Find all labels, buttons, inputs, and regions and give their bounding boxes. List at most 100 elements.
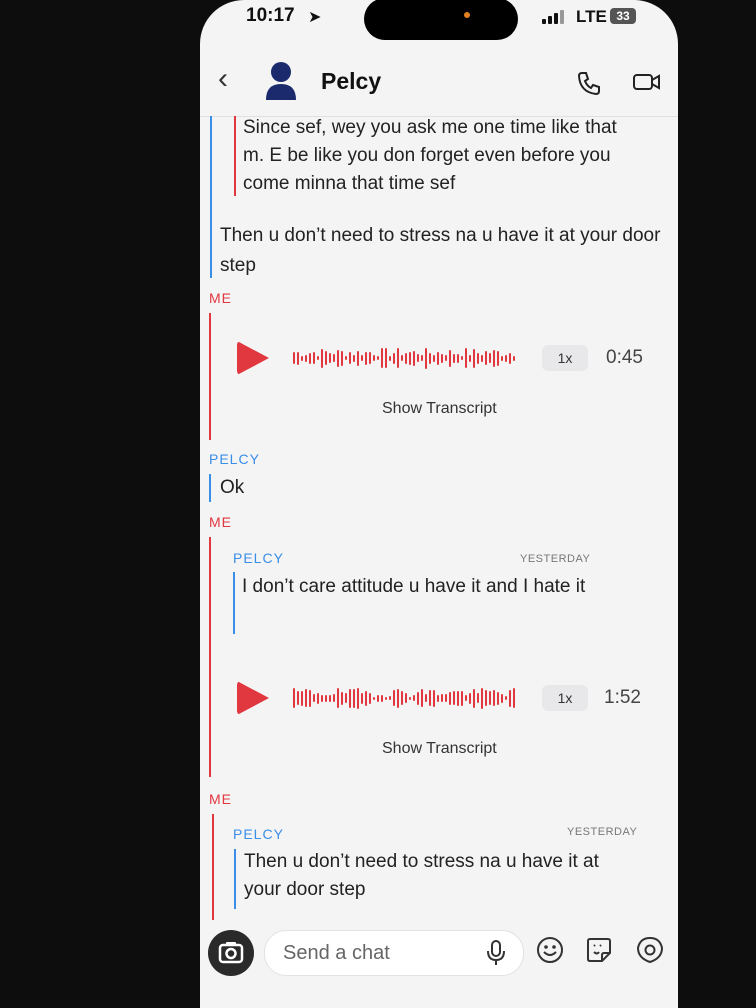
quote-bar [233, 572, 235, 634]
play-icon[interactable] [237, 681, 269, 715]
waveform-bar [293, 688, 295, 708]
quote-bar [234, 849, 236, 909]
contact-name[interactable]: Pelcy [321, 68, 381, 95]
waveform-bar [509, 352, 511, 364]
status-time: 10:17 [246, 5, 295, 26]
status-bar: 10:17 ➤ LTE 33 [200, 0, 678, 40]
chat-composer: Send a chat [200, 922, 678, 1008]
waveform-bar [377, 356, 379, 360]
waveform-bar [325, 351, 327, 365]
quoted-timestamp: YESTERDAY [520, 553, 591, 565]
waveform-bar [341, 691, 343, 705]
waveform-bar [437, 351, 439, 365]
message-bar [212, 814, 214, 920]
waveform-bar [333, 694, 335, 702]
message-text: Then u don’t need to stress na u have it… [220, 225, 661, 276]
waveform-bar [489, 353, 491, 363]
lens-icon[interactable] [636, 936, 664, 964]
smiley-icon[interactable] [536, 936, 564, 964]
waveform-bar [329, 694, 331, 702]
waveform-bar [365, 690, 367, 706]
waveform-bar [385, 696, 387, 700]
waveform-bar [353, 354, 355, 362]
waveform[interactable] [293, 346, 515, 370]
waveform-bar [349, 688, 351, 708]
waveform-bar [417, 691, 419, 705]
microphone-icon[interactable] [483, 939, 509, 967]
show-transcript-button[interactable]: Show Transcript [382, 740, 497, 758]
waveform-bar [309, 352, 311, 364]
waveform-bar [445, 694, 447, 702]
waveform-bar [505, 354, 507, 362]
waveform-bar [361, 692, 363, 704]
quoted-sender: PELCY [233, 550, 284, 566]
voice-duration: 0:45 [606, 347, 643, 368]
voice-duration: 1:52 [604, 687, 641, 708]
play-icon[interactable] [237, 341, 269, 375]
waveform-bar [497, 691, 499, 705]
waveform-bar [305, 689, 307, 707]
waveform-bar [485, 351, 487, 365]
waveform-bar [405, 352, 407, 364]
signal-icon [542, 10, 568, 24]
waveform-bar [305, 354, 307, 362]
waveform-bar [389, 696, 391, 700]
waveform-bar [457, 353, 459, 363]
video-camera-icon[interactable] [632, 70, 662, 94]
waveform-bar [417, 354, 419, 362]
waveform-bar [321, 348, 323, 368]
waveform-bar [453, 353, 455, 363]
waveform-bar [381, 694, 383, 702]
chat-header: ‹ Pelcy [200, 52, 678, 117]
waveform-bar [441, 694, 443, 702]
battery-icon: 33 [610, 8, 636, 24]
waveform[interactable] [293, 686, 515, 710]
camera-icon[interactable] [208, 930, 254, 976]
waveform-bar [493, 690, 495, 706]
chat-input[interactable]: Send a chat [264, 930, 524, 976]
waveform-bar [437, 694, 439, 702]
waveform-bar [377, 694, 379, 702]
waveform-bar [405, 693, 407, 703]
playback-speed-button[interactable]: 1x [542, 685, 588, 711]
waveform-bar [509, 689, 511, 707]
waveform-bar [313, 694, 315, 702]
waveform-bar [389, 355, 391, 361]
quoted-message: Since sef, wey you ask me one time like … [243, 117, 617, 194]
sender-label: ME [209, 791, 232, 807]
waveform-bar [453, 691, 455, 705]
waveform-bar [293, 352, 295, 364]
waveform-bar [473, 688, 475, 708]
waveform-bar [349, 352, 351, 364]
waveform-bar [361, 355, 363, 361]
sender-label: ME [209, 514, 232, 530]
message-bar [209, 313, 211, 440]
waveform-bar [429, 352, 431, 364]
waveform-bar [445, 355, 447, 361]
waveform-bar [369, 692, 371, 704]
chevron-left-icon[interactable]: ‹ [218, 62, 228, 96]
sticker-icon[interactable] [585, 936, 613, 964]
phone-icon[interactable] [576, 70, 602, 96]
waveform-bar [357, 687, 359, 709]
quoted-message: I don’t care attitude u have it and I ha… [242, 576, 586, 597]
location-arrow-icon: ➤ [308, 9, 322, 26]
waveform-bar [481, 687, 483, 709]
waveform-bar [317, 692, 319, 704]
network-type: LTE [576, 7, 607, 26]
waveform-bar [373, 355, 375, 361]
waveform-bar [325, 694, 327, 702]
waveform-bar [497, 350, 499, 366]
waveform-bar [485, 690, 487, 706]
playback-speed-button[interactable]: 1x [542, 345, 588, 371]
waveform-bar [413, 695, 415, 701]
waveform-bar [449, 349, 451, 367]
waveform-bar [469, 692, 471, 704]
avatar[interactable] [264, 60, 298, 100]
waveform-bar [469, 354, 471, 362]
waveform-bar [345, 356, 347, 360]
waveform-bar [461, 690, 463, 706]
show-transcript-button[interactable]: Show Transcript [382, 400, 497, 418]
waveform-bar [321, 694, 323, 702]
message-bar [209, 537, 211, 777]
